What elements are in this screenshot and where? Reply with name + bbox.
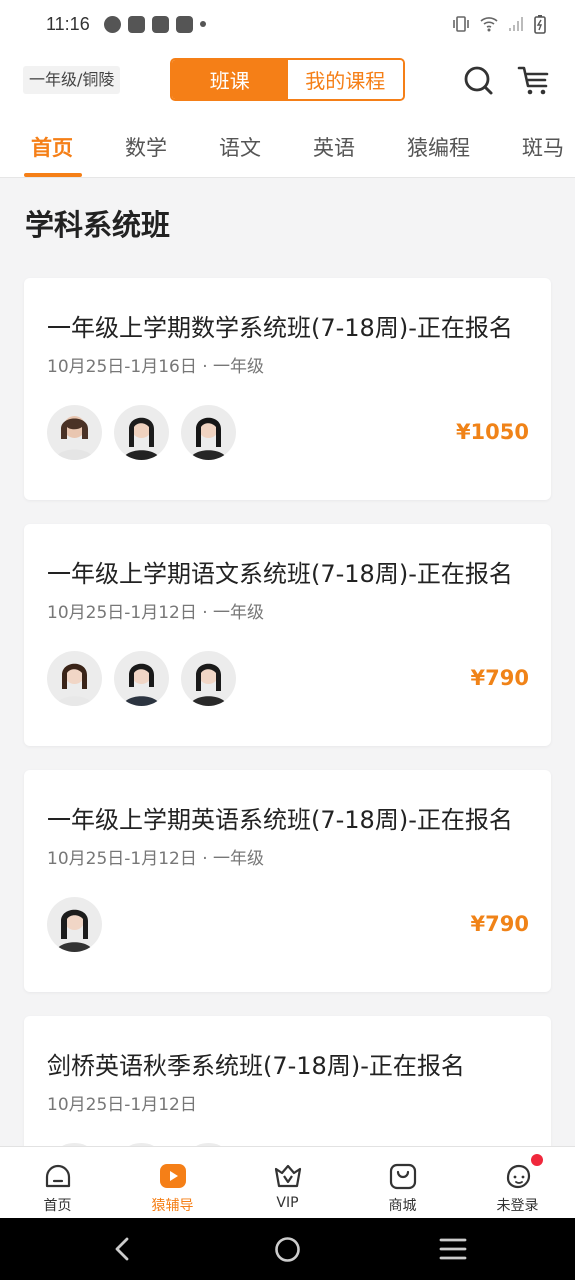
course-schedule: 10月25日-1月12日 (47, 1095, 197, 1115)
course-title: 一年级上学期语文系统班(7-18周)-正在报名 (47, 560, 513, 588)
mail-icon (151, 15, 169, 33)
nav-vip-label: VIP (276, 1195, 299, 1211)
mail-icon (175, 15, 193, 33)
course-title: 一年级上学期英语系统班(7-18周)-正在报名 (47, 806, 513, 834)
vibrate-icon (453, 16, 469, 32)
course-schedule: 10月25日-1月12日 · 一年级 (47, 603, 265, 623)
grade-location-selector[interactable]: 一年级/铜陵 (23, 66, 121, 94)
course-card[interactable]: 一年级上学期语文系统班(7-18周)-正在报名 10月25日-1月12日 · 一… (24, 524, 551, 746)
course-schedule: 10月25日-1月12日 · 一年级 (47, 849, 265, 869)
course-schedule: 10月25日-1月16日 · 一年级 (47, 357, 265, 377)
search-icon[interactable] (460, 62, 496, 98)
tab-chinese[interactable]: 语文 (219, 132, 261, 162)
cart-icon[interactable] (516, 62, 552, 98)
subject-tabs: 首页 数学 语文 英语 猿编程 斑马 (0, 114, 575, 178)
teacher-avatar (47, 405, 102, 460)
top-bar: 一年级/铜陵 班课 我的课程 (0, 48, 575, 114)
battery-icon (534, 15, 546, 34)
tab-programming[interactable]: 猿编程 (407, 132, 470, 162)
course-card[interactable]: 一年级上学期英语系统班(7-18周)-正在报名 10月25日-1月12日 · 一… (24, 770, 551, 992)
course-price: ¥790 (470, 666, 529, 690)
user-icon (506, 1164, 530, 1189)
signal-icon (509, 17, 523, 31)
teacher-avatar (114, 651, 169, 706)
tab-home[interactable]: 首页 (31, 132, 73, 162)
nav-profile-label: 未登录 (496, 1198, 539, 1214)
tab-zebra[interactable]: 斑马 (522, 132, 564, 162)
teacher-avatar (47, 897, 102, 952)
teacher-avatar (114, 405, 169, 460)
nav-vip[interactable]: VIP (230, 1147, 345, 1218)
status-time: 11:16 (46, 13, 90, 34)
menu-icon[interactable] (439, 1237, 467, 1261)
teacher-avatars (47, 897, 102, 952)
active-tab-indicator (24, 173, 82, 177)
wifi-icon (480, 17, 498, 32)
notification-badge (531, 1154, 543, 1166)
section-title: 学科系统班 (25, 208, 171, 242)
teacher-avatar (181, 651, 236, 706)
notification-icons (103, 15, 206, 33)
teacher-avatar (181, 405, 236, 460)
nav-home[interactable]: 首页 (0, 1147, 115, 1218)
play-icon (159, 1164, 186, 1188)
course-price: ¥790 (470, 912, 529, 936)
segment-class-courses[interactable]: 班课 (172, 60, 288, 99)
bottom-nav: 首页 猿辅导 VIP 商城 未登录 (0, 1146, 575, 1218)
mail-icon (127, 15, 145, 33)
teacher-avatars (47, 405, 236, 460)
course-card[interactable]: 一年级上学期数学系统班(7-18周)-正在报名 10月25日-1月16日 · 一… (24, 278, 551, 500)
nav-mall-label: 商城 (388, 1198, 417, 1214)
tab-english[interactable]: 英语 (313, 132, 355, 162)
course-title: 剑桥英语秋季系统班(7-18周)-正在报名 (47, 1052, 465, 1080)
teacher-avatar (47, 651, 102, 706)
nav-yuanfudao[interactable]: 猿辅导 (115, 1147, 230, 1218)
nav-profile[interactable]: 未登录 (460, 1147, 575, 1218)
speedometer-icon (103, 15, 121, 33)
home-icon (45, 1164, 70, 1188)
back-icon[interactable] (110, 1236, 136, 1262)
more-notifications-icon (199, 21, 206, 27)
status-bar: 11:16 (0, 0, 575, 48)
system-nav-bar (0, 1218, 575, 1280)
bag-icon (389, 1163, 416, 1190)
teacher-avatars (47, 651, 236, 706)
tab-math[interactable]: 数学 (125, 132, 167, 162)
course-title: 一年级上学期数学系统班(7-18周)-正在报名 (47, 314, 513, 342)
course-segment-control: 班课 我的课程 (170, 58, 405, 101)
course-price: ¥1050 (455, 420, 529, 444)
nav-yuanfudao-label: 猿辅导 (151, 1198, 194, 1214)
vip-icon (274, 1164, 301, 1188)
nav-home-label: 首页 (43, 1198, 72, 1214)
nav-mall[interactable]: 商城 (345, 1147, 460, 1218)
home-button-icon[interactable] (274, 1236, 301, 1263)
segment-my-courses[interactable]: 我的课程 (287, 60, 403, 99)
